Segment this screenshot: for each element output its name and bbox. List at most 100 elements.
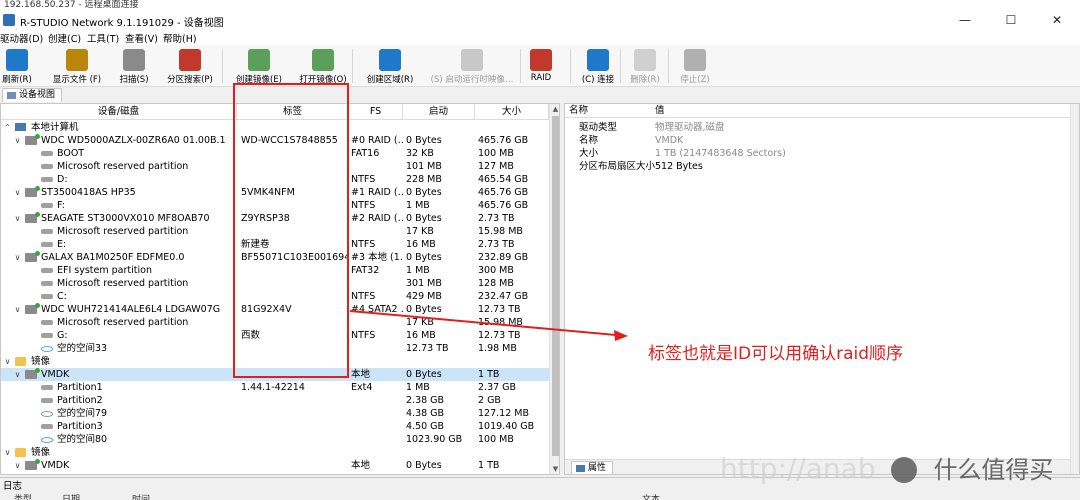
column-header-fs[interactable]: FS	[349, 104, 403, 120]
log-column-text[interactable]: 文本	[642, 492, 660, 500]
scroll-up-arrow-icon[interactable]: ▲	[550, 104, 559, 114]
prop-header-value[interactable]: 值	[655, 104, 665, 118]
maximize-button[interactable]: ☐	[988, 10, 1034, 30]
toolbar-button-partition-search[interactable]: 分区搜索(P)	[164, 45, 216, 87]
disk-icon	[25, 368, 40, 379]
property-row[interactable]: 分区布局扇区大小 512 Bytes	[565, 160, 1070, 173]
menu-drives[interactable]: 驱动器(D)	[0, 31, 43, 45]
device-row[interactable]: 空的空间80 1023.90 GB 100 MB	[1, 433, 549, 446]
cell-start: 1 MB	[406, 265, 430, 276]
prop-header-name[interactable]: 名称	[569, 104, 588, 118]
cell-start: 228 MB	[406, 174, 442, 185]
scroll-thumb[interactable]	[552, 116, 559, 456]
cell-size: 465.76 GB	[478, 187, 529, 198]
toolbar-button-show-files[interactable]: 显示文件 (F)	[50, 45, 104, 87]
tab-device-view[interactable]: 设备视图	[2, 88, 63, 102]
cell-name: VMDK	[41, 369, 70, 380]
toolbar-button-runtime-image[interactable]: (S) 启动运行时映像…	[424, 45, 520, 87]
cell-start: 4.50 GB	[406, 421, 445, 432]
toolbar-button-create-image[interactable]: 创建镜像(E)	[232, 45, 286, 87]
log-title: 日志	[3, 481, 23, 492]
tree-toggle-icon[interactable]: ∨	[13, 251, 22, 264]
column-header-size[interactable]: 大小	[475, 104, 549, 120]
menu-help[interactable]: 帮助(H)	[163, 31, 197, 45]
folder-icon	[15, 357, 26, 366]
minimize-button[interactable]: —	[942, 10, 988, 30]
tree-toggle-icon[interactable]: ∨	[13, 368, 22, 381]
device-row[interactable]: Partition1 1.44.1-42214 Ext4 1 MB 2.37 GB	[1, 381, 549, 394]
properties-scrollbar[interactable]	[1070, 104, 1079, 474]
toolbar-separator	[668, 49, 669, 83]
cell-start: 101 MB	[406, 161, 442, 172]
toolbar-button-refresh[interactable]: 刷新(R)	[2, 45, 32, 87]
device-row[interactable]: 空的空间79 4.38 GB 127.12 MB	[1, 407, 549, 420]
property-key: 大小	[579, 148, 599, 159]
toolbar-button-open-image[interactable]: 打开镜像(O)	[296, 45, 350, 87]
connect-icon	[587, 49, 609, 71]
column-header-device[interactable]: 设备/磁盘	[1, 104, 237, 120]
cell-name: VMDK	[41, 460, 70, 471]
tree-toggle-icon[interactable]: ∨	[13, 459, 22, 472]
cell-size: 2.37 GB	[478, 382, 517, 393]
cell-start	[406, 355, 474, 368]
tree-toggle-icon[interactable]: ∨	[13, 212, 22, 225]
tree-toggle-icon[interactable]: ⌃	[3, 121, 12, 134]
device-row[interactable]: ∨ 镜像	[1, 446, 549, 459]
cell-start	[406, 121, 474, 134]
log-column-time[interactable]: 时间	[132, 492, 150, 500]
property-row[interactable]: 驱动类型 物理驱动器,磁盘	[565, 121, 1070, 134]
part-icon	[41, 333, 53, 338]
delete-icon	[634, 49, 656, 71]
stop-icon	[684, 49, 706, 71]
tree-toggle-icon[interactable]: ∨	[13, 186, 22, 199]
cell-fs	[351, 316, 403, 329]
device-row[interactable]: Partition2 2.38 GB 2 GB	[1, 394, 549, 407]
cell-start: 0 Bytes	[406, 304, 442, 315]
part-icon	[41, 177, 53, 182]
cell-start: 0 Bytes	[406, 187, 442, 198]
cell-start: 1023.90 GB	[406, 434, 463, 445]
tab-properties[interactable]: 属性	[571, 461, 614, 474]
cell-start: 0 Bytes	[406, 213, 442, 224]
cell-size: 2 GB	[478, 395, 501, 406]
tree-toggle-icon[interactable]: ∨	[13, 303, 22, 316]
part-icon	[41, 385, 53, 390]
toolbar-button-delete[interactable]: 删除(R)	[628, 45, 662, 87]
toolbar-button-label: 删除(R)	[630, 75, 660, 85]
cell-size: 15.98 MB	[478, 226, 523, 237]
menu-create[interactable]: 创建(C)	[48, 31, 81, 45]
part-icon	[41, 424, 53, 429]
tree-toggle-icon[interactable]: ∨	[3, 446, 12, 459]
menu-tools[interactable]: 工具(T)	[87, 31, 119, 45]
tree-toggle-icon[interactable]: ∨	[13, 134, 22, 147]
cell-size: 127 MB	[478, 161, 514, 172]
cell-size: 2.73 TB	[478, 239, 515, 250]
cell-fs: #0 RAID (…	[351, 135, 403, 146]
toolbar-button-stop[interactable]: 停止(Z)	[678, 45, 712, 87]
device-row[interactable]: ∨ VMDK 本地 0 Bytes 1 TB	[1, 459, 549, 472]
vertical-scrollbar[interactable]: ▲ ▼	[549, 104, 559, 474]
close-button[interactable]: ✕	[1034, 10, 1080, 30]
property-row[interactable]: 大小 1 TB (2147483648 Sectors)	[565, 147, 1070, 160]
toolbar-button-create-region[interactable]: 创建区域(R)	[362, 45, 418, 87]
cell-label	[241, 459, 349, 472]
property-value: 512 Bytes	[655, 161, 703, 172]
toolbar-button-connect[interactable]: (C) 连接	[578, 45, 618, 87]
tree-toggle-icon[interactable]: ∨	[3, 355, 12, 368]
column-header-start[interactable]: 启动	[403, 104, 475, 120]
cell-name: E:	[57, 239, 67, 250]
scroll-down-arrow-icon[interactable]: ▼	[550, 464, 559, 474]
menu-view[interactable]: 查看(V)	[125, 31, 158, 45]
toolbar-button-raid[interactable]: RAID	[530, 45, 552, 87]
cell-size	[478, 446, 548, 459]
property-row[interactable]: 名称 VMDK	[565, 134, 1070, 147]
cell-label	[241, 394, 349, 407]
log-column-type[interactable]: 类型	[14, 492, 32, 500]
log-column-date[interactable]: 日期	[62, 492, 80, 500]
part-icon	[41, 242, 53, 247]
toolbar-button-scan[interactable]: 扫描(S)	[116, 45, 152, 87]
device-row[interactable]: Partition3 4.50 GB 1019.40 GB	[1, 420, 549, 433]
cell-name: G:	[57, 330, 68, 341]
toolbar-button-label: 刷新(R)	[2, 75, 32, 85]
cell-name: Microsoft reserved partition	[57, 317, 189, 328]
